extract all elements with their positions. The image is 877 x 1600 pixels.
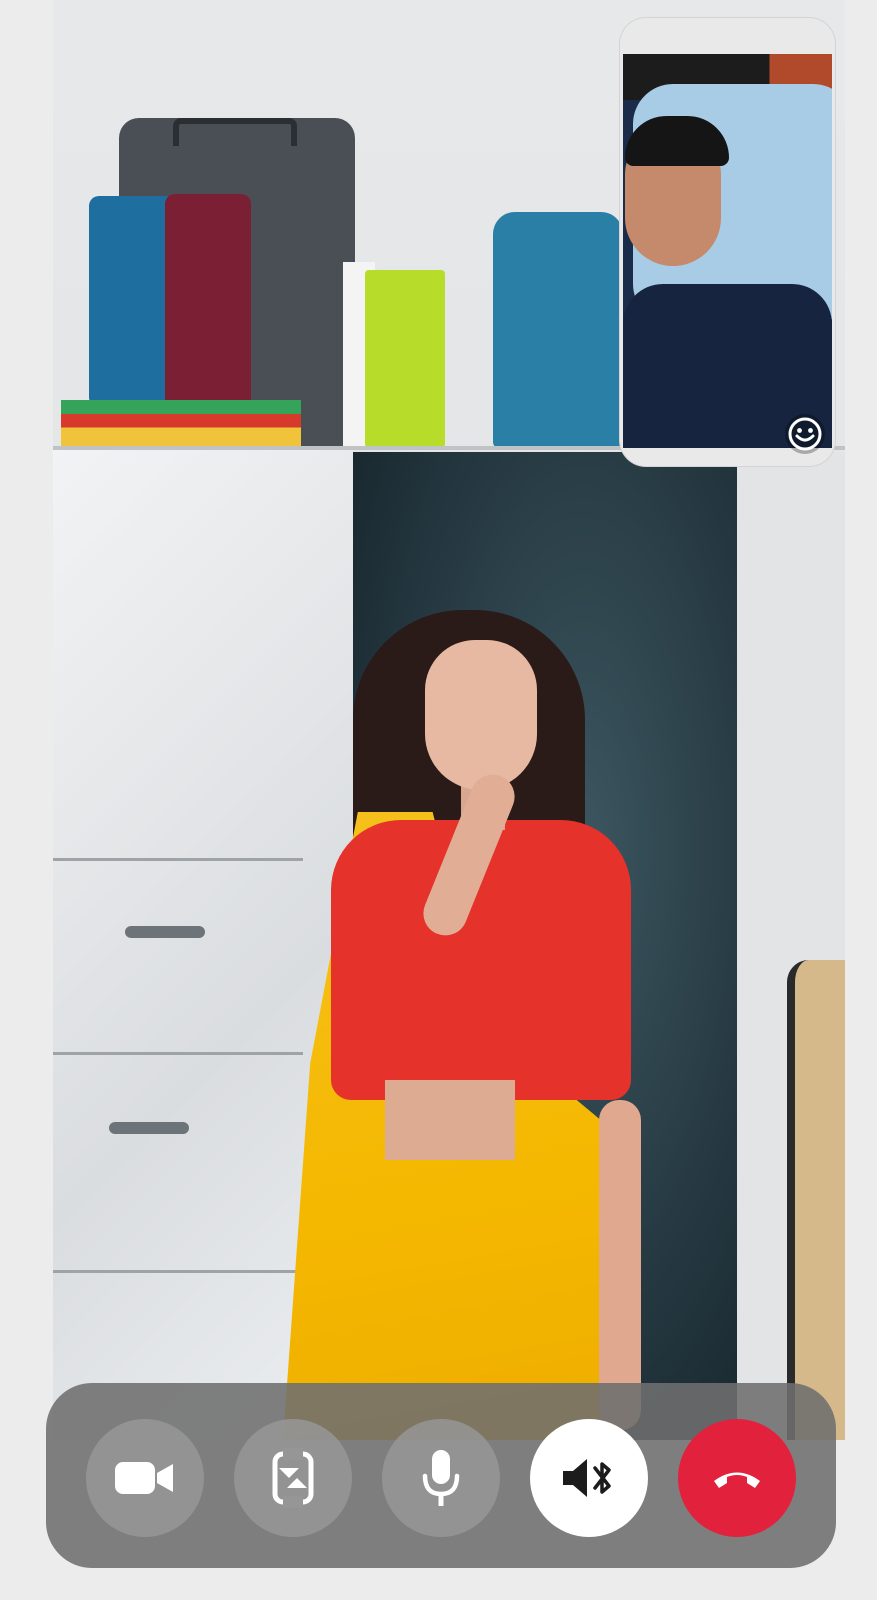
video-content [109,1122,189,1134]
speaker-button[interactable] [530,1419,648,1537]
video-content [61,400,301,446]
switch-camera-icon [272,1448,314,1508]
video-camera-icon [115,1462,173,1494]
self-view-video [623,54,832,448]
switch-camera-button[interactable] [234,1419,352,1537]
video-content [125,926,205,938]
self-view-pip[interactable] [620,18,835,466]
video-content [365,270,445,448]
bluetooth-speaker-icon [563,1459,611,1497]
video-content [173,118,297,146]
call-control-bar [46,1383,836,1568]
video-content [165,194,251,416]
microphone-icon [422,1450,460,1506]
video-content [787,960,845,1440]
end-call-icon [714,1472,760,1488]
video-content [599,1100,641,1430]
video-content [53,1270,303,1273]
video-toggle-button[interactable] [86,1419,204,1537]
video-content [53,1052,303,1055]
end-call-button[interactable] [678,1419,796,1537]
emoji-button[interactable] [785,414,825,454]
smiley-face-icon [788,417,822,451]
microphone-button[interactable] [382,1419,500,1537]
video-content [385,1080,515,1160]
video-content [493,212,623,448]
video-content [425,640,537,790]
video-content [53,858,303,861]
